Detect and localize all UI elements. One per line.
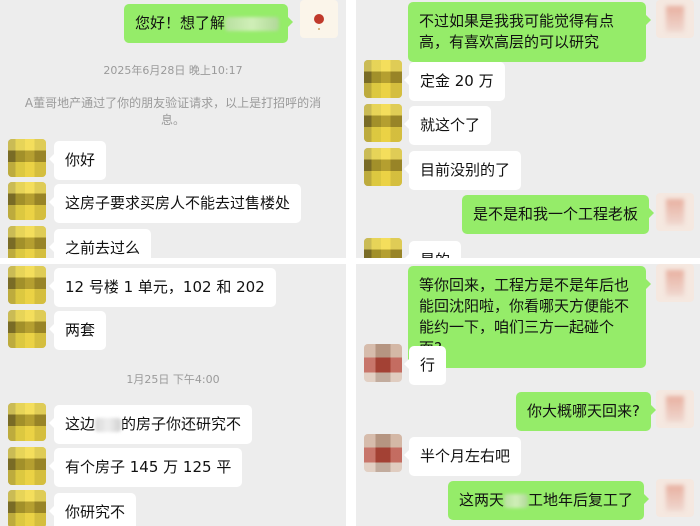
avatar-self[interactable] — [300, 0, 338, 38]
redacted-text — [95, 417, 122, 432]
message-research[interactable]: 这边 的房子你还研究不 — [48, 405, 253, 444]
message-resume-work[interactable]: 这两天 工地年后复工了 — [448, 481, 650, 520]
message-requirement[interactable]: 这房子要求买房人不能去过售楼处 — [48, 184, 302, 223]
message-this-one[interactable]: 就这个了 — [403, 106, 492, 145]
avatar-agent[interactable] — [8, 310, 46, 348]
message-text: 这两天 — [459, 491, 505, 509]
timestamp: 2025年6月28日 晚上10:17 — [103, 64, 243, 77]
avatar-contact[interactable] — [364, 344, 402, 382]
avatar-self[interactable] — [656, 479, 694, 517]
avatar-agent[interactable] — [8, 447, 46, 485]
message-boss[interactable]: 是不是和我一个工程老板 — [462, 195, 655, 234]
avatar-agent[interactable] — [8, 139, 46, 177]
redacted-text — [225, 16, 280, 31]
message-text: 工地年后复工了 — [528, 491, 634, 509]
message-text: 的房子你还研究不 — [121, 415, 242, 433]
message-visited[interactable]: 之前去过么 — [48, 229, 152, 258]
message-none-else[interactable]: 目前没别的了 — [403, 151, 522, 190]
message-hello[interactable]: 你好 — [48, 141, 107, 180]
avatar-self[interactable] — [656, 390, 694, 428]
avatar-self[interactable] — [656, 0, 694, 38]
message-study[interactable]: 你研究不 — [48, 493, 137, 526]
avatar-agent[interactable] — [8, 182, 46, 220]
chat-panel-top-left: 您好！想了解 2025年6月28日 晚上10:17 A董哥地产通过了你的朋友验证… — [0, 0, 346, 258]
avatar-agent[interactable] — [364, 60, 402, 98]
avatar-agent[interactable] — [364, 238, 402, 258]
avatar-contact[interactable] — [364, 434, 402, 472]
avatar-agent[interactable] — [364, 104, 402, 142]
greeting-text: 您好！想了解 — [135, 14, 226, 32]
avatar-agent[interactable] — [8, 490, 46, 526]
avatar-self[interactable] — [656, 264, 694, 302]
chat-panel-top-right: 不过如果是我我可能觉得有点高，有喜欢高层的可以研究 定金 20 万 就这个了 目… — [356, 0, 700, 258]
avatar-agent[interactable] — [364, 148, 402, 186]
message-price[interactable]: 有个房子 145 万 125 平 — [48, 448, 243, 487]
chat-panel-bottom-right: 等你回来，工程方是不是年后也能回沈阳啦，你看哪天方便能不能约一下，咱们三方一起碰… — [356, 264, 700, 526]
redacted-text — [504, 493, 529, 508]
greeting-message[interactable]: 您好！想了解 — [124, 4, 293, 43]
chat-panel-bottom-left: 12 号楼 1 单元，102 和 202 两套 1月25日 下午4:00 这边 的… — [0, 264, 346, 526]
message-text: 这边 — [65, 415, 96, 433]
avatar-self[interactable] — [656, 193, 694, 231]
system-notice: A董哥地产通过了你的朋友验证请求，以上是打招呼的消息。 — [24, 96, 322, 127]
wine-glass-icon — [314, 14, 324, 24]
avatar-agent[interactable] — [8, 403, 46, 441]
message-when-back[interactable]: 你大概哪天回来? — [516, 392, 656, 431]
avatar-agent[interactable] — [8, 266, 46, 304]
message-two-units[interactable]: 两套 — [48, 311, 107, 350]
message-ok[interactable]: 行 — [403, 346, 447, 385]
message-half-month[interactable]: 半个月左右吧 — [403, 437, 522, 476]
message-deposit[interactable]: 定金 20 万 — [404, 62, 505, 101]
message-unit[interactable]: 12 号楼 1 单元，102 和 202 — [49, 268, 276, 307]
message-yes-partial[interactable]: 是的 — [403, 241, 462, 258]
message-high-floor[interactable]: 不过如果是我我可能觉得有点高，有喜欢高层的可以研究 — [408, 2, 651, 62]
avatar-agent[interactable] — [8, 226, 46, 258]
timestamp: 1月25日 下午4:00 — [126, 373, 220, 386]
